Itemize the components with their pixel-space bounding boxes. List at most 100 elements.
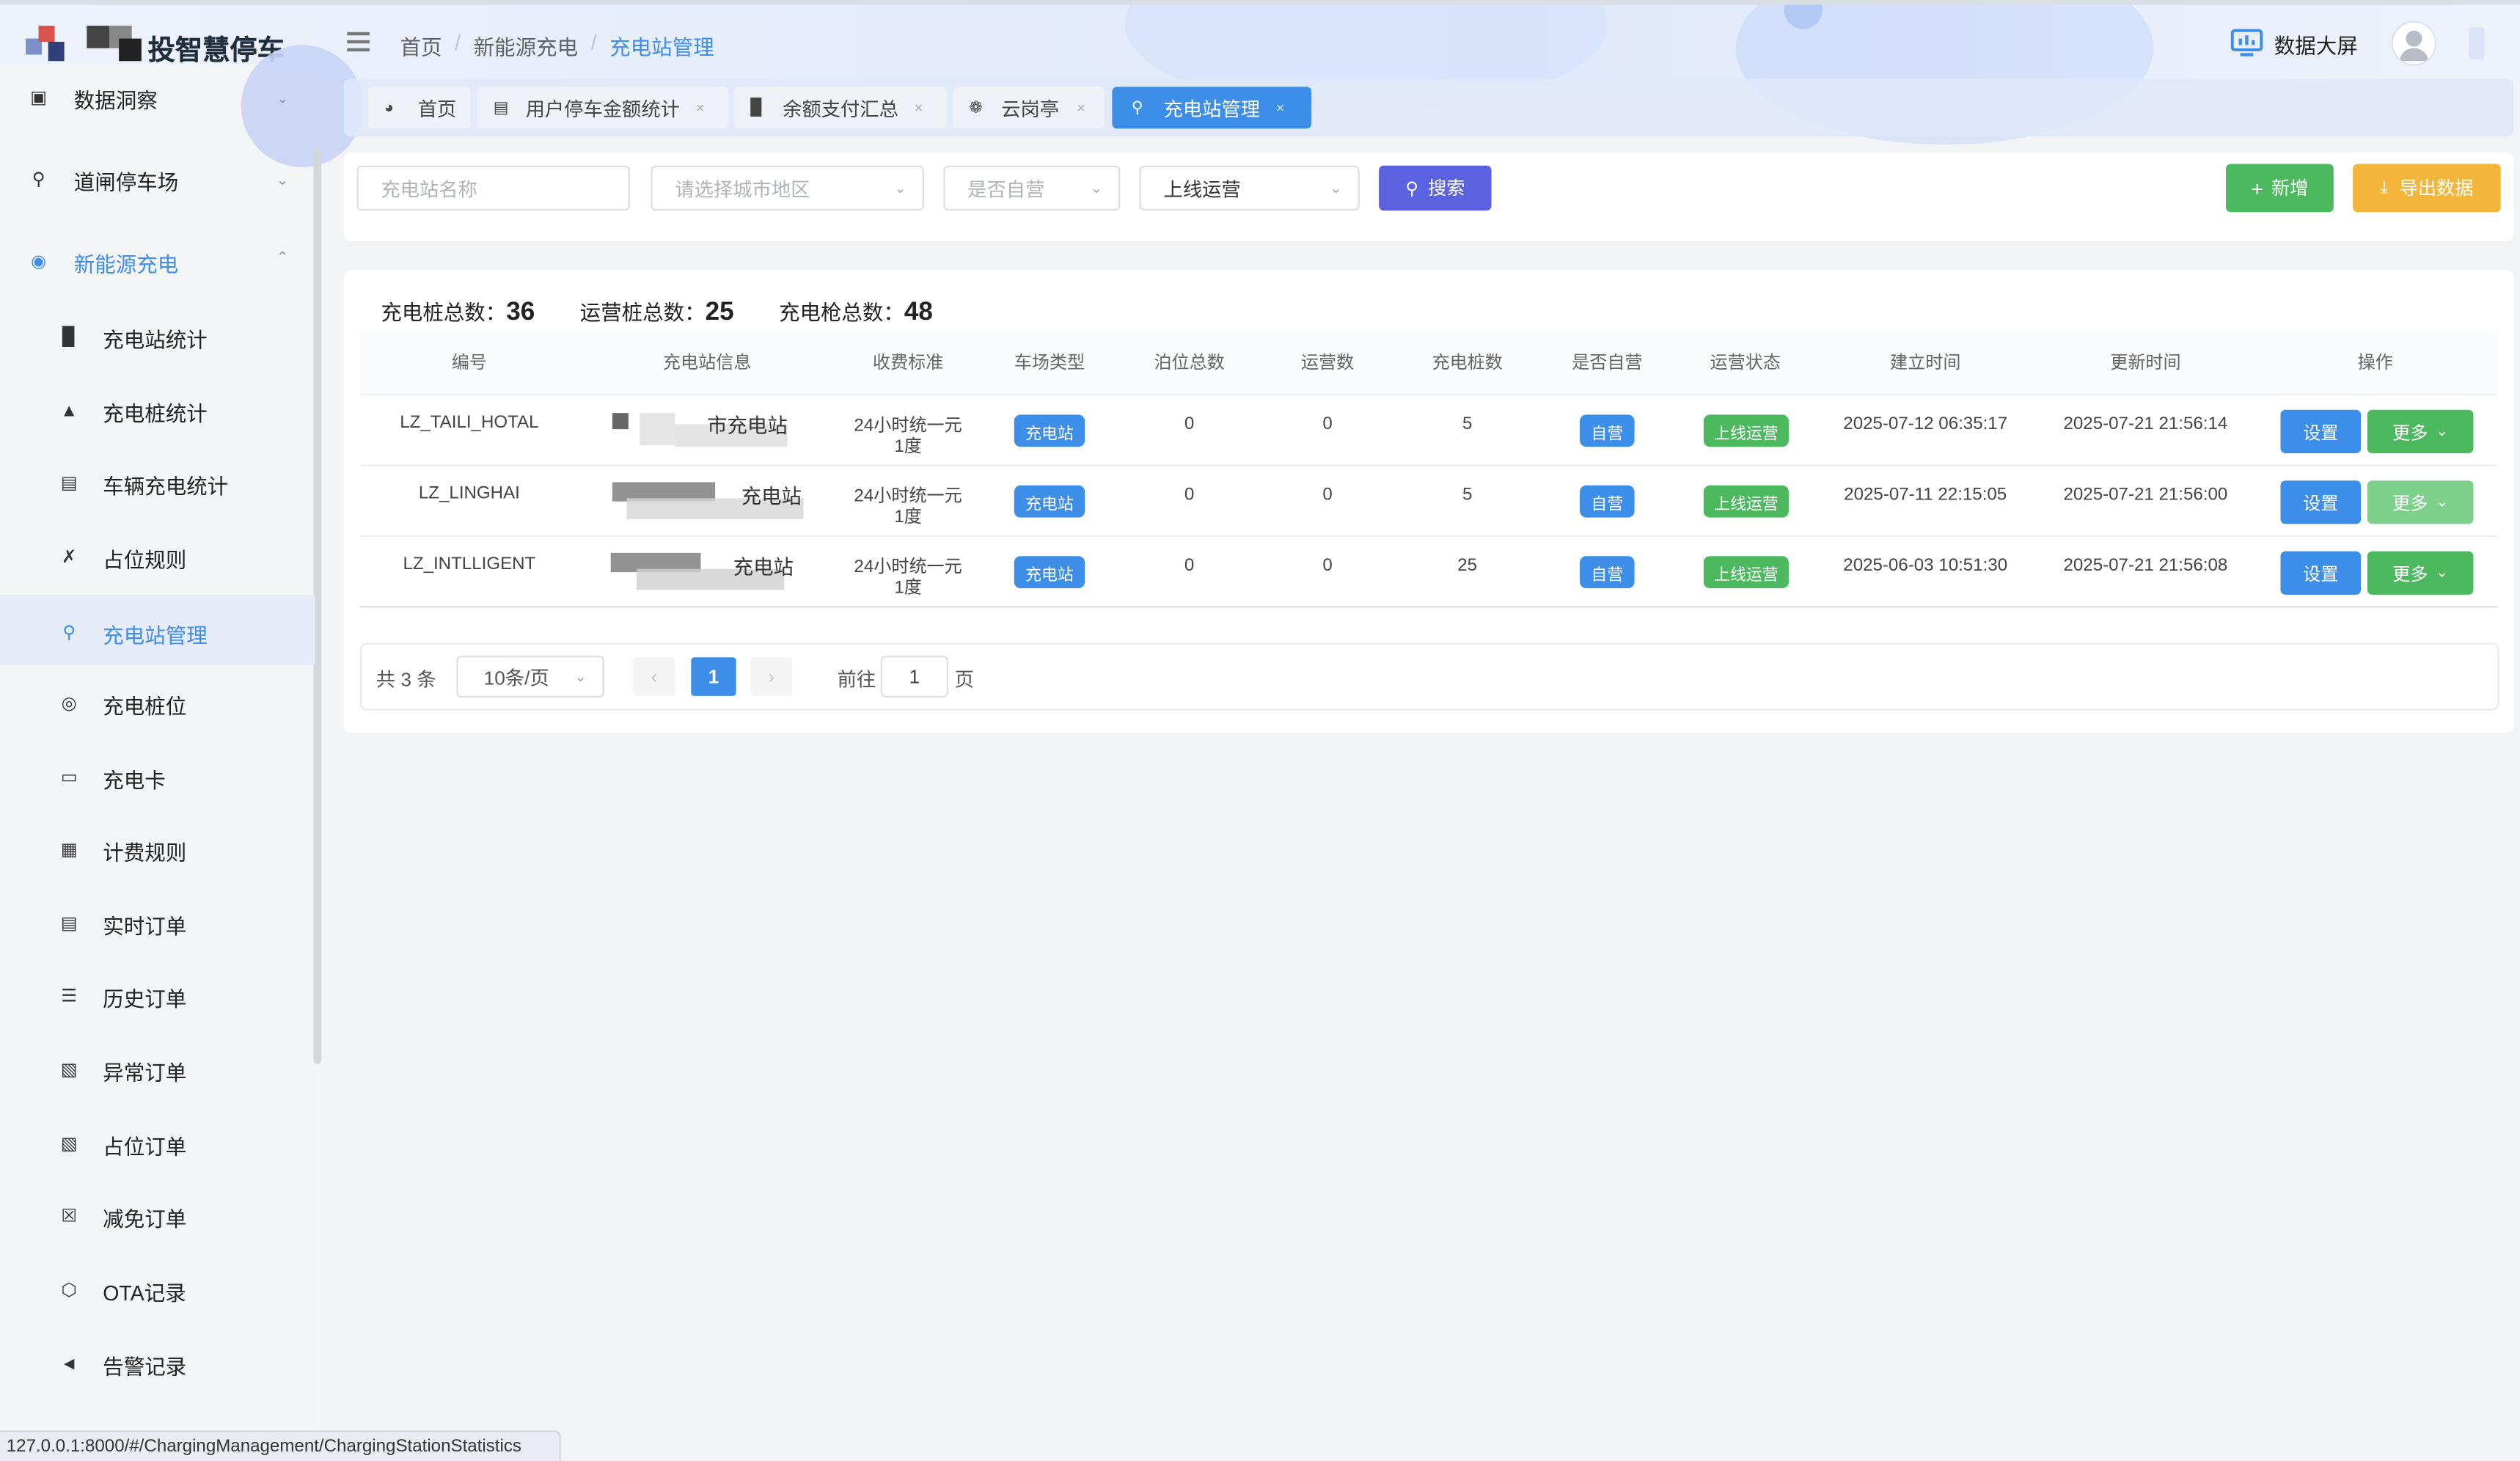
more-label: 更多 (2392, 494, 2428, 514)
th-station: 充电站信息 (662, 354, 752, 373)
type-tag: 充电站 (1014, 414, 1085, 447)
tab-cloud-booth[interactable]: ❁ 云岗亭 × (953, 87, 1105, 129)
location-pin-icon: ⚲ (32, 170, 45, 190)
sidebar-item-pile-stats[interactable]: ▲ 充电桩统计 (0, 376, 315, 447)
sidebar-item-charging-card[interactable]: ▭ 充电卡 (0, 742, 315, 813)
row-operating: 0 (1322, 556, 1333, 576)
self-operated-select[interactable]: 是否自营 ⌄ (943, 165, 1121, 211)
sidebar-item-label: 减免订单 (103, 1206, 187, 1231)
sidebar-item-gate-parking[interactable]: ⚲ 道闸停车场 ⌄ (0, 144, 315, 215)
add-button[interactable]: + 新增 (2225, 164, 2334, 213)
location-icon: ⚲ (62, 623, 76, 643)
location-icon: ⚲ (1131, 98, 1143, 117)
tab-label: 首页 (417, 97, 457, 120)
sidebar-item-history-order[interactable]: ☰ 历史订单 (0, 961, 315, 1031)
row-updated: 2025-07-21 21:56:14 (2063, 414, 2228, 434)
sidebar-item-label: 告警记录 (103, 1354, 187, 1379)
chevron-down-icon: ⌄ (574, 667, 587, 684)
search-button[interactable]: ⚲ 搜索 (1379, 165, 1492, 211)
goto-page-input[interactable]: 1 (880, 656, 948, 698)
row-code: LZ_TAILI_HOTAL (400, 413, 539, 433)
sidebar-item-occupy-order[interactable]: ▧ 占位订单 (0, 1109, 315, 1179)
goto-label: 前往 (837, 668, 876, 692)
hamburger-icon[interactable] (347, 32, 370, 52)
dashboard-button[interactable]: 数据大屏 (2230, 26, 2358, 61)
add-label: 新增 (2271, 180, 2309, 199)
tab-user-parking-amount[interactable]: ▤ 用户停车金额统计 × (477, 87, 728, 129)
tab-station-manage[interactable]: ⚲ 充电站管理 × (1112, 87, 1312, 129)
occupy-order-icon: ▧ (60, 1135, 78, 1154)
station-name-input[interactable]: 充电站名称 (356, 165, 631, 211)
tab-label: 余额支付汇总 (783, 97, 898, 120)
breadcrumb-current: 充电站管理 (609, 35, 714, 60)
prev-page-button[interactable]: ‹ (633, 657, 675, 696)
row-code: LZ_LINGHAI (418, 483, 520, 503)
region-placeholder: 请选择城市地区 (675, 177, 810, 200)
row-station: 市充电站 (707, 414, 788, 438)
sidebar-item-alarm-record[interactable]: ◄ 告警记录 (0, 1329, 315, 1399)
region-select[interactable]: 请选择城市地区 ⌄ (651, 165, 925, 211)
close-icon[interactable]: × (696, 100, 705, 116)
breadcrumb-charging[interactable]: 新能源充电 (474, 31, 578, 62)
sidebar-item-station-stats[interactable]: ▉ 充电站统计 (0, 302, 315, 373)
close-icon[interactable]: × (1077, 100, 1085, 116)
sidebar-item-vehicle-stats[interactable]: ▤ 车辆充电统计 (0, 448, 315, 519)
sidebar-item-label: OTA记录 (103, 1280, 186, 1305)
next-page-button[interactable]: › (750, 657, 793, 696)
sidebar-item-occupy-rule[interactable]: ✗ 占位规则 (0, 522, 315, 593)
page-size-select[interactable]: 10条/页 ⌄ (456, 656, 604, 698)
close-icon[interactable]: × (1276, 100, 1285, 116)
row-updated: 2025-07-21 21:56:00 (2063, 485, 2228, 505)
database-icon: ☰ (61, 986, 78, 1006)
search-label: 搜索 (1428, 180, 1465, 199)
more-button[interactable]: 更多 ⌄ (2367, 409, 2474, 453)
export-button[interactable]: ⤓ 导出数据 (2353, 164, 2501, 213)
sidebar-item-billing-rule[interactable]: ▦ 计费规则 (0, 815, 315, 885)
stat-value-operating: 25 (705, 299, 734, 326)
more-label: 更多 (2392, 565, 2428, 585)
sidebar-item-station-manage[interactable]: ⚲ 充电站管理 (0, 598, 315, 668)
stat-value-guns: 48 (904, 299, 933, 326)
type-tag: 充电站 (1014, 556, 1085, 589)
settings-button[interactable]: 设置 (2280, 551, 2362, 595)
th-operating: 运营数 (1300, 354, 1355, 373)
self-run-tag: 自营 (1580, 485, 1635, 518)
status-tag: 上线运营 (1703, 556, 1789, 589)
breadcrumb: 首页 / 新能源充电 / 充电站管理 (400, 31, 714, 62)
sidebar-item-pile-position[interactable]: ◎ 充电桩位 (0, 669, 315, 739)
sidebar-item-data-insight[interactable]: ▣ 数据洞察 ⌄ (0, 62, 315, 133)
sidebar-item-new-energy[interactable]: ◉ 新能源充电 ⌃ (0, 227, 315, 297)
th-piles: 充电桩数 (1432, 354, 1503, 373)
tab-balance-payment[interactable]: ▉ 余额支付汇总 × (734, 87, 947, 129)
more-button[interactable]: 更多 ⌄ (2367, 551, 2474, 595)
settings-button[interactable]: 设置 (2280, 409, 2362, 453)
logo-mask (87, 26, 142, 62)
avatar[interactable] (2391, 21, 2437, 66)
page-unit-label: 页 (954, 668, 974, 692)
page-number-current[interactable]: 1 (691, 657, 736, 696)
row-operating: 0 (1322, 485, 1333, 505)
cube-icon: ⬡ (61, 1281, 77, 1300)
breadcrumb-separator: / (590, 30, 597, 55)
status-tag: 上线运营 (1703, 485, 1789, 518)
chevron-down-icon: ⌄ (2436, 564, 2448, 581)
chevron-down-icon: ⌄ (1090, 179, 1103, 196)
sidebar-item-discount-order[interactable]: ☒ 减免订单 (0, 1182, 315, 1252)
settings-button[interactable]: 设置 (2280, 480, 2362, 524)
sidebar-item-ota-record[interactable]: ⬡ OTA记录 (0, 1255, 315, 1325)
pagination-bar (359, 642, 2499, 711)
status-select[interactable]: 上线运营 ⌄ (1139, 165, 1360, 211)
tab-home[interactable]: ◕ 首页 (367, 87, 472, 129)
sidebar-item-label: 历史订单 (103, 986, 187, 1011)
row-created: 2025-07-11 22:15:05 (1844, 485, 2007, 505)
status-value: 上线运营 (1163, 177, 1241, 200)
sidebar-item-realtime-order[interactable]: ▤ 实时订单 (0, 889, 315, 959)
breadcrumb-home[interactable]: 首页 (400, 31, 442, 62)
pile-icon: ▲ (60, 401, 78, 422)
row-code: LZ_INTLLIGENT (403, 554, 536, 574)
sidebar-item-abnormal-order[interactable]: ▧ 异常订单 (0, 1035, 315, 1105)
more-button[interactable]: 更多 ⌄ (2367, 480, 2474, 524)
row-berths: 0 (1184, 414, 1195, 434)
close-icon[interactable]: × (915, 100, 923, 116)
bar-chart-icon: ▉ (62, 328, 76, 348)
